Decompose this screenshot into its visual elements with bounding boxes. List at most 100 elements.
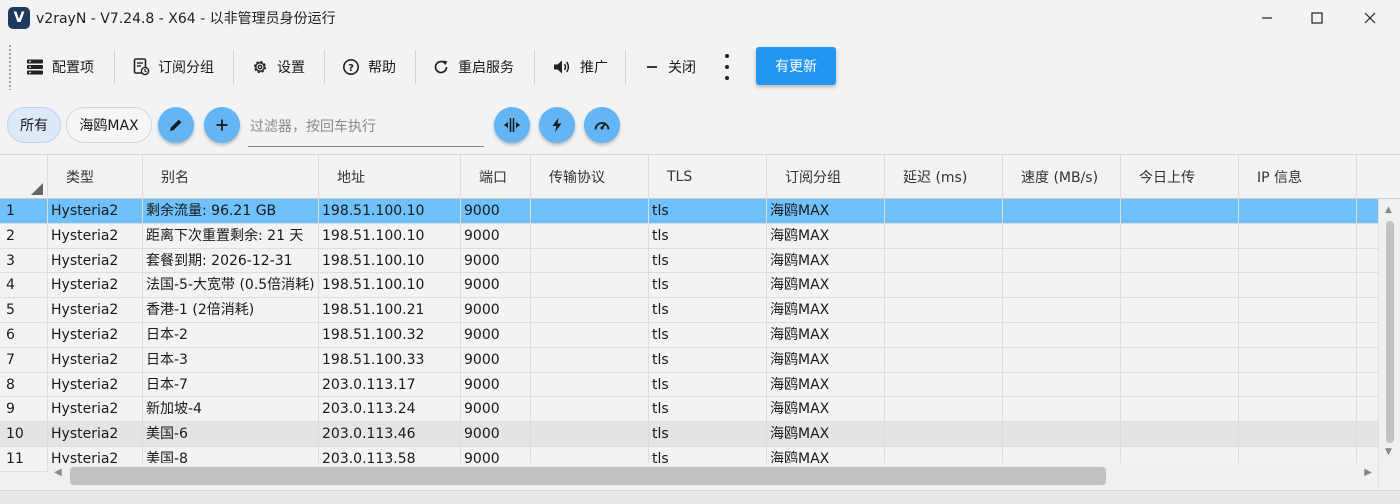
- cell-address: 198.51.100.33: [319, 347, 461, 372]
- column-header-type[interactable]: 类型: [48, 155, 143, 199]
- select-all-corner[interactable]: [0, 155, 48, 199]
- table-row[interactable]: 3 Hysteria2 套餐到期: 2026-12-31 198.51.100.10 9…: [0, 248, 1378, 274]
- column-header-subscription[interactable]: 订阅分组: [767, 155, 885, 199]
- table-row[interactable]: 9 Hysteria2 新加坡-4 203.0.113.24 9000 tls 海鸥MAX: [0, 397, 1378, 423]
- cell-speed: [1003, 397, 1121, 422]
- toolbar-settings-button[interactable]: 设置: [251, 50, 305, 84]
- maximize-button[interactable]: [1292, 0, 1342, 36]
- toolbar-subscription-button[interactable]: 订阅分组: [132, 50, 214, 84]
- table-row[interactable]: 10 Hysteria2 美国-6 203.0.113.46 9000 tls 海鸥MAX: [0, 422, 1378, 447]
- help-icon: ?: [343, 59, 359, 75]
- cell-network: [531, 199, 649, 223]
- toolbar-close-button[interactable]: 关闭: [644, 50, 696, 84]
- scroll-right-icon[interactable]: ▶: [1364, 467, 1372, 478]
- minus-icon: [647, 66, 657, 68]
- speed-test-button[interactable]: [584, 107, 620, 143]
- subscription-icon: [133, 58, 150, 76]
- update-available-button[interactable]: 有更新: [756, 47, 836, 85]
- table-row[interactable]: 1 Hysteria2 剩余流量: 96.21 GB 198.51.100.10 900…: [0, 199, 1378, 224]
- cell-tls: tls: [649, 372, 767, 397]
- add-group-button[interactable]: [204, 107, 240, 143]
- grid-header: 类型 别名 地址 端口 传输协议 TLS 订阅分组 延迟 (ms) 速度 (MB…: [0, 155, 1400, 199]
- close-window-button[interactable]: [1345, 0, 1395, 36]
- column-header-latency[interactable]: 延迟 (ms): [885, 155, 1003, 199]
- cell-network: [531, 422, 649, 446]
- cell-address: 198.51.100.10: [319, 199, 461, 223]
- cell-network: [531, 322, 649, 347]
- filter-chip-all[interactable]: 所有: [7, 107, 61, 143]
- cell-ip-info: [1239, 223, 1357, 248]
- column-header-network[interactable]: 传输协议: [531, 155, 649, 199]
- cell-tls: tls: [649, 223, 767, 248]
- table-row[interactable]: 2 Hysteria2 距离下次重置剩余: 21 天 198.51.100.10 900…: [0, 223, 1378, 249]
- cell-today-upload: [1121, 223, 1239, 248]
- scroll-left-icon[interactable]: ◀: [54, 467, 62, 478]
- horizontal-scroll-thumb[interactable]: [70, 467, 1106, 485]
- cell-type: Hysteria2: [48, 273, 143, 298]
- cell-tls: tls: [649, 397, 767, 422]
- cell-subscription: 海鸥MAX: [767, 199, 885, 223]
- cell-speed: [1003, 248, 1121, 273]
- test-latency-button[interactable]: [539, 107, 575, 143]
- cell-network: [531, 372, 649, 397]
- cell-today-upload: [1121, 422, 1239, 446]
- cell-type: Hysteria2: [48, 223, 143, 248]
- more-options-icon[interactable]: [722, 54, 732, 80]
- row-number: 3: [0, 248, 48, 273]
- cell-network: [531, 273, 649, 298]
- cell-speed: [1003, 223, 1121, 248]
- cell-subscription: 海鸥MAX: [767, 397, 885, 422]
- row-number: 1: [0, 199, 48, 223]
- column-header-alias[interactable]: 别名: [143, 155, 319, 199]
- column-header-port[interactable]: 端口: [461, 155, 531, 199]
- minimize-button[interactable]: [1242, 0, 1292, 36]
- toolbar-grip[interactable]: [8, 44, 12, 90]
- cell-latency: [885, 372, 1003, 397]
- close-icon: [1364, 12, 1376, 24]
- column-header-address[interactable]: 地址: [319, 155, 461, 199]
- scroll-up-icon[interactable]: ▲: [1385, 205, 1392, 215]
- table-row[interactable]: 7 Hysteria2 日本-3 198.51.100.33 9000 tls 海鸥MAX: [0, 347, 1378, 373]
- cell-speed: [1003, 199, 1121, 223]
- cell-type: Hysteria2: [48, 372, 143, 397]
- column-header-today-upload[interactable]: 今日上传: [1121, 155, 1239, 199]
- table-row[interactable]: 4 Hysteria2 法国-5-大宽带 (0.5倍消耗) 198.51.100.10…: [0, 273, 1378, 299]
- horizontal-scrollbar[interactable]: ◀ ▶: [48, 463, 1378, 485]
- toolbar-restart-service-label: 重启服务: [458, 60, 514, 76]
- column-header-tls[interactable]: TLS: [649, 155, 767, 199]
- column-header-speed[interactable]: 速度 (MB/s): [1003, 155, 1121, 199]
- vertical-scrollbar[interactable]: ▲ ▼: [1378, 199, 1400, 488]
- cell-today-upload: [1121, 248, 1239, 273]
- svg-text:?: ?: [348, 63, 354, 74]
- table-row[interactable]: 8 Hysteria2 日本-7 203.0.113.17 9000 tls 海鸥MAX: [0, 372, 1378, 398]
- split-arrows-icon: [504, 118, 520, 132]
- vertical-scroll-thumb[interactable]: [1386, 221, 1394, 443]
- toolbar-restart-service-button[interactable]: 重启服务: [432, 50, 514, 84]
- cell-alias: 套餐到期: 2026-12-31: [143, 248, 319, 273]
- table-row[interactable]: 5 Hysteria2 香港-1 (2倍消耗) 198.51.100.21 9000 tl…: [0, 298, 1378, 323]
- cell-latency: [885, 422, 1003, 446]
- toolbar-profiles-button[interactable]: 配置项: [26, 50, 94, 84]
- cell-ip-info: [1239, 372, 1357, 397]
- lightning-icon: [552, 117, 562, 133]
- cell-port: 9000: [461, 298, 531, 322]
- edit-group-button[interactable]: [158, 107, 194, 143]
- filter-chip-group[interactable]: 海鸥MAX: [66, 107, 152, 143]
- move-to-group-button[interactable]: [494, 107, 530, 143]
- toolbar-promotion-button[interactable]: 推广: [552, 50, 608, 84]
- toolbar-settings-label: 设置: [277, 60, 305, 76]
- toolbar-divider: [233, 50, 234, 84]
- row-number: 10: [0, 422, 48, 446]
- scroll-down-icon[interactable]: ▼: [1385, 447, 1392, 457]
- cell-port: 9000: [461, 397, 531, 422]
- row-number: 8: [0, 372, 48, 397]
- column-header-ip-info[interactable]: IP 信息: [1239, 155, 1357, 199]
- cell-address: 203.0.113.46: [319, 422, 461, 446]
- filter-input[interactable]: [248, 107, 484, 147]
- cell-today-upload: [1121, 273, 1239, 298]
- cell-port: 9000: [461, 422, 531, 446]
- main-toolbar: 配置项 订阅分组 设置 ? 帮助 重启服务 推广 关闭 有更新: [8, 40, 1392, 94]
- table-row[interactable]: 6 Hysteria2 日本-2 198.51.100.32 9000 tls 海鸥MAX: [0, 322, 1378, 348]
- toolbar-help-button[interactable]: ? 帮助: [342, 50, 396, 84]
- toolbar-divider: [114, 50, 115, 84]
